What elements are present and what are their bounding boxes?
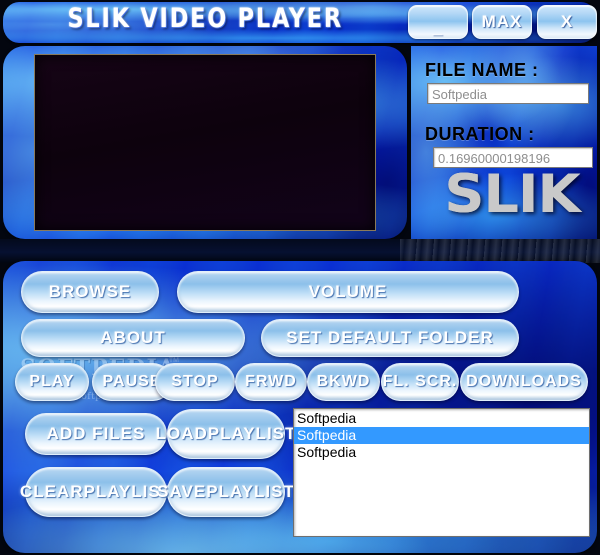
add-files-button[interactable]: ADD FILES [25, 413, 167, 455]
backward-button[interactable]: BKWD [307, 363, 380, 401]
maximize-button[interactable]: MAX [472, 5, 532, 39]
controls-panel: SOFTPEDIA TM www.softpedia.com BROWSE VO… [3, 261, 597, 553]
minimize-icon: _ [432, 18, 444, 37]
video-panel [3, 46, 407, 239]
minimize-button[interactable]: _ [408, 5, 468, 39]
button-label-line: CLEAR [19, 482, 84, 502]
panel-separator-texture [400, 239, 600, 263]
playlist-item[interactable]: Softpedia [294, 427, 589, 444]
file-name-label: FILE NAME : [425, 60, 539, 80]
forward-button[interactable]: FRWD [235, 363, 307, 401]
fullscreen-button[interactable]: FL. SCR. [381, 363, 459, 401]
volume-button[interactable]: VOLUME [177, 271, 519, 313]
info-panel: FILE NAME : Softpedia DURATION : 0.16960… [411, 46, 597, 239]
file-name-field[interactable]: Softpedia [427, 83, 589, 104]
button-label-line: LOAD [155, 424, 208, 444]
save-playlist-button[interactable]: SAVE PLAYLIST [157, 467, 294, 517]
slik-video-player-window: SLIK VIDEO PLAYER _ MAX X FILE NAME : So… [0, 0, 600, 555]
playlist-listbox[interactable]: Softpedia Softpedia Softpedia [293, 408, 590, 537]
about-button[interactable]: ABOUT [21, 319, 245, 357]
load-playlist-button[interactable]: LOAD PLAYLIST [156, 409, 295, 459]
playlist-item[interactable]: Softpedia [294, 410, 589, 427]
button-label-line: PLAYLIST [206, 482, 295, 502]
playlist-item[interactable]: Softpedia [294, 444, 589, 461]
stop-button[interactable]: STOP [155, 363, 235, 401]
clear-playlist-button[interactable]: CLEAR PLAYLIST [20, 467, 171, 517]
set-default-folder-button[interactable]: SET DEFAULT FOLDER [261, 319, 519, 357]
button-label-line: SAVE [157, 482, 207, 502]
close-button[interactable]: X [537, 5, 597, 39]
button-label-line: PLAYLIST [207, 424, 297, 444]
video-display-surface[interactable] [34, 54, 376, 231]
duration-field[interactable]: 0.16960000198196 [433, 147, 593, 168]
browse-button[interactable]: BROWSE [21, 271, 159, 313]
play-button[interactable]: PLAY [15, 363, 89, 401]
duration-label: DURATION : [425, 124, 535, 144]
downloads-button[interactable]: DOWNLOADS [460, 363, 588, 401]
